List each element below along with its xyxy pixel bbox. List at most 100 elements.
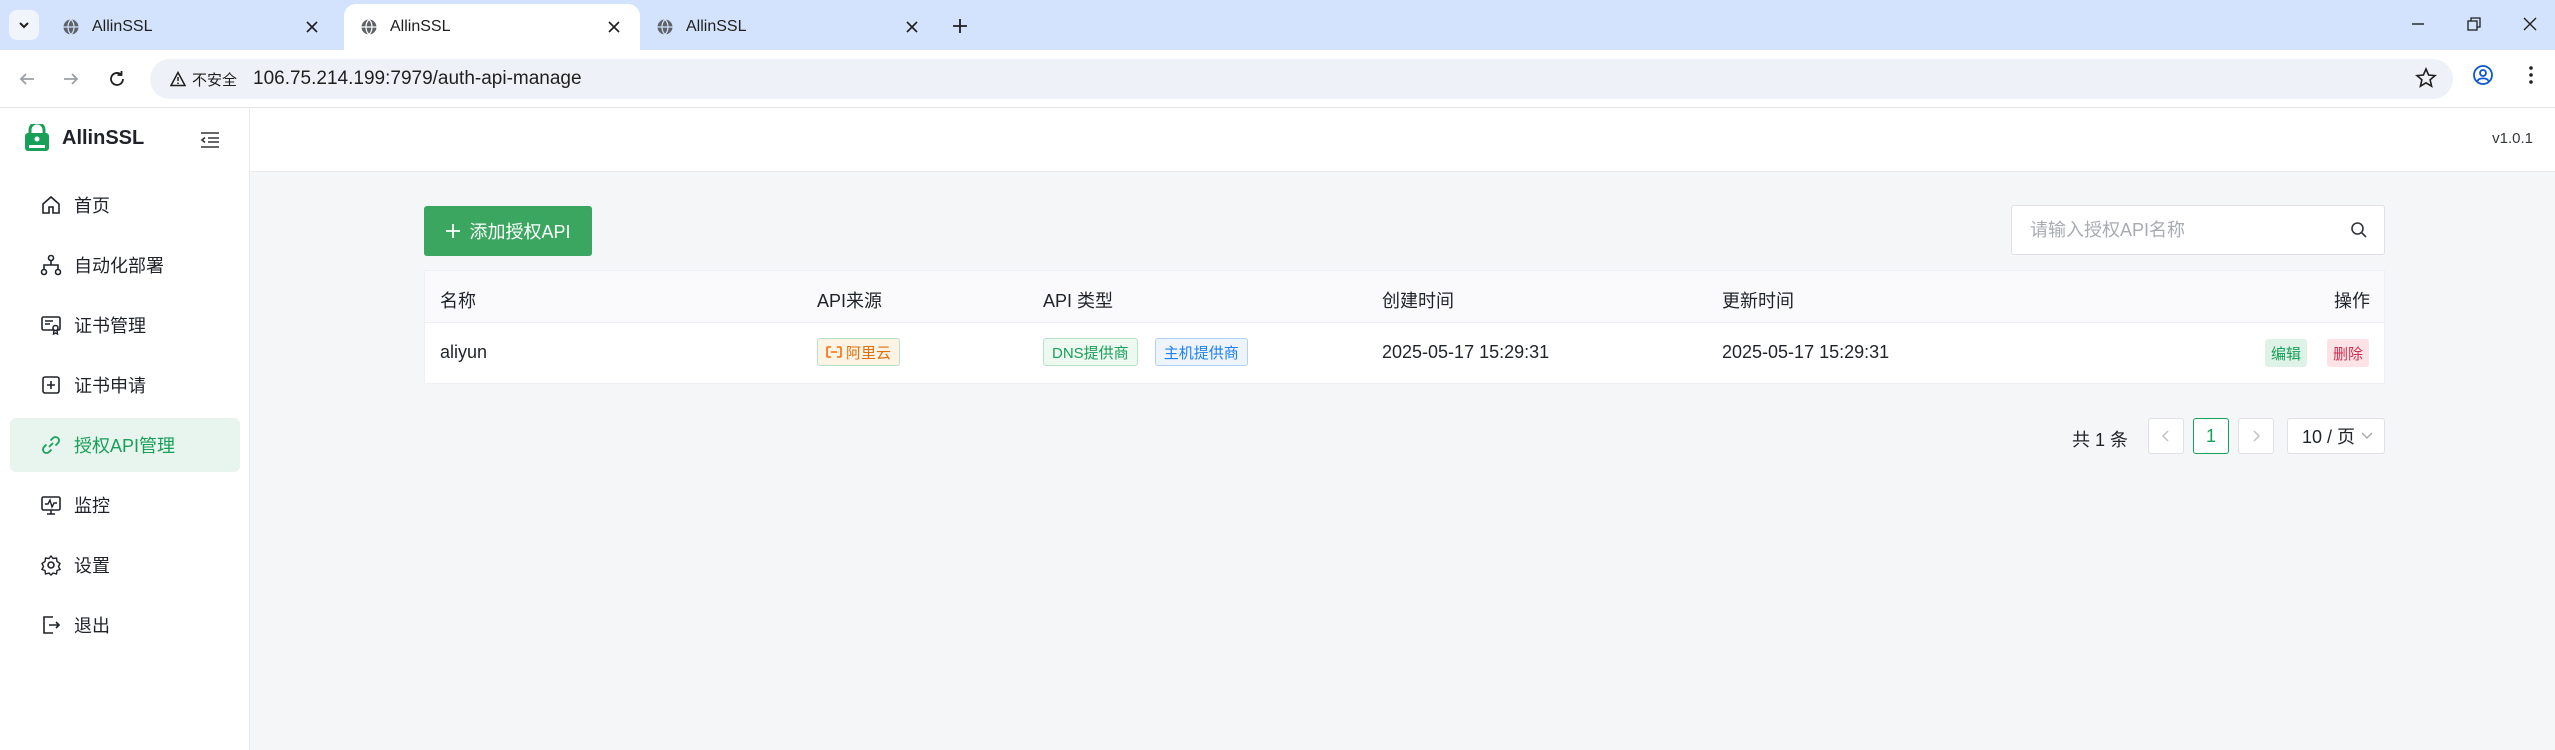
new-tab-button[interactable] xyxy=(946,12,974,40)
add-auth-api-label: 添加授权API xyxy=(469,222,571,242)
account-icon xyxy=(2473,65,2493,85)
plus-icon xyxy=(446,224,461,238)
reload-button[interactable] xyxy=(102,64,132,94)
forward-button[interactable] xyxy=(56,64,86,94)
brand: AllinSSL xyxy=(24,124,144,152)
chevron-left-icon xyxy=(2161,430,2169,442)
restore-button[interactable] xyxy=(2456,8,2492,40)
sidebar-item-monitor[interactable]: 监控 xyxy=(10,478,240,532)
tab-search-button[interactable] xyxy=(9,10,39,40)
close-icon xyxy=(2523,17,2537,31)
cell-created: 2025-05-17 15:29:31 xyxy=(1382,342,1550,362)
sidebar-item-certificates[interactable]: 证书管理 xyxy=(10,298,240,352)
globe-icon xyxy=(63,19,79,35)
certificate-icon xyxy=(41,316,61,336)
browser-tab[interactable]: AllinSSL xyxy=(640,4,938,50)
workflow-icon xyxy=(40,254,62,276)
chevron-down-icon xyxy=(2361,432,2373,440)
sidebar-item-logout[interactable]: 退出 xyxy=(10,598,240,652)
auth-api-table: 名称 API来源 API 类型 创建时间 更新时间 操作 aliyun 阿里云 … xyxy=(424,270,2385,384)
close-icon xyxy=(306,21,318,33)
sidebar-item-label: 自动化部署 xyxy=(74,256,164,276)
sidebar-item-label: 证书申请 xyxy=(74,376,146,396)
sidebar-item-settings[interactable]: 设置 xyxy=(10,538,240,592)
sidebar-item-workflow[interactable]: 自动化部署 xyxy=(10,238,240,292)
version-label: v1.0.1 xyxy=(2492,130,2533,147)
sidebar-item-label: 退出 xyxy=(74,616,110,636)
arrow-right-icon xyxy=(64,73,79,85)
top-header: v1.0.1 xyxy=(250,108,2555,172)
collapse-sidebar-button[interactable] xyxy=(198,128,222,152)
tab-close-button[interactable] xyxy=(604,17,624,37)
bookmark-star-button[interactable] xyxy=(2415,66,2437,94)
minimize-icon xyxy=(2412,23,2424,25)
logo-icon xyxy=(25,124,49,151)
app-root: AllinSSL 首页 自动化部署 证书管理 证书申请 授权API管理 监控 设… xyxy=(0,108,2555,750)
sidebar-item-home[interactable]: 首页 xyxy=(10,178,240,232)
sidebar: AllinSSL 首页 自动化部署 证书管理 证书申请 授权API管理 监控 设… xyxy=(0,108,250,750)
prev-page-button[interactable] xyxy=(2148,418,2184,454)
browser-toolbar: 不安全 106.75.214.199:7979/auth-api-manage xyxy=(0,50,2555,108)
page-button-current[interactable]: 1 xyxy=(2193,418,2229,454)
globe-icon xyxy=(361,19,377,35)
source-tag-label: 阿里云 xyxy=(846,344,892,362)
logout-icon xyxy=(43,616,61,634)
url-host: 106.75.214.199 xyxy=(253,68,386,89)
tab-close-button[interactable] xyxy=(302,17,322,37)
close-icon xyxy=(906,21,918,33)
close-icon xyxy=(608,21,620,33)
column-header-name: 名称 xyxy=(440,291,476,311)
tab-title: AllinSSL xyxy=(686,18,747,35)
minimize-button[interactable] xyxy=(2400,8,2436,40)
plus-square-icon xyxy=(42,376,60,394)
chevron-down-icon xyxy=(19,22,29,29)
monitor-icon xyxy=(41,496,61,515)
brand-name: AllinSSL xyxy=(62,126,145,149)
close-window-button[interactable] xyxy=(2512,8,2548,40)
main-content: 添加授权API 名称 API来源 API 类型 创建时间 更新时间 操作 ali… xyxy=(250,172,2555,750)
add-auth-api-button[interactable]: 添加授权API xyxy=(424,206,592,256)
chevron-right-icon xyxy=(2253,430,2261,442)
reload-icon xyxy=(110,71,124,86)
page-size-value: 10 / 页 xyxy=(2302,427,2356,447)
back-button[interactable] xyxy=(12,64,42,94)
menu-fold-icon xyxy=(200,132,219,148)
address-bar[interactable]: 不安全 106.75.214.199:7979/auth-api-manage xyxy=(150,59,2453,99)
table-row: aliyun 阿里云 DNS提供商 主机提供商 2025-05-17 15:29… xyxy=(425,323,2384,383)
globe-icon xyxy=(657,19,673,35)
more-vertical-icon xyxy=(2529,66,2533,84)
profile-button[interactable] xyxy=(2472,64,2494,91)
sidebar-item-apply[interactable]: 证书申请 xyxy=(10,358,240,412)
arrow-left-icon xyxy=(19,73,34,85)
source-tag: 阿里云 xyxy=(817,338,901,366)
url-path: :7979/auth-api-manage xyxy=(385,68,582,89)
search-box xyxy=(2011,205,2385,255)
column-header-created: 创建时间 xyxy=(1382,291,1454,311)
star-icon xyxy=(2415,66,2437,88)
column-header-type: API 类型 xyxy=(1043,291,1114,311)
sidebar-item-label: 授权API管理 xyxy=(74,436,176,456)
browser-menu-button[interactable] xyxy=(2520,64,2542,91)
sidebar-item-auth-api[interactable]: 授权API管理 xyxy=(10,418,240,472)
cell-types: DNS提供商 主机提供商 xyxy=(1043,338,1248,366)
browser-tab-active[interactable]: AllinSSL xyxy=(344,4,640,50)
url-text: 106.75.214.199:7979/auth-api-manage xyxy=(253,68,582,90)
page-size-select[interactable]: 10 / 页 xyxy=(2287,418,2385,454)
column-header-source: API来源 xyxy=(817,291,883,311)
warning-icon xyxy=(170,71,186,87)
next-page-button[interactable] xyxy=(2238,418,2274,454)
cell-source: 阿里云 xyxy=(817,338,901,366)
gear-icon xyxy=(41,554,61,576)
security-chip[interactable]: 不安全 xyxy=(162,64,245,94)
type-tag-host: 主机提供商 xyxy=(1154,338,1248,366)
type-tag-dns: DNS提供商 xyxy=(1043,338,1138,366)
delete-button[interactable]: 删除 xyxy=(2327,339,2370,367)
edit-button[interactable]: 编辑 xyxy=(2265,339,2308,367)
search-icon[interactable] xyxy=(2350,221,2368,239)
browser-tab[interactable]: AllinSSL xyxy=(46,4,338,50)
tab-close-button[interactable] xyxy=(902,17,922,37)
search-input[interactable] xyxy=(2028,218,2350,242)
sidebar-item-label: 首页 xyxy=(74,196,110,216)
restore-icon xyxy=(2467,17,2481,31)
column-header-actions: 操作 xyxy=(2334,291,2370,311)
